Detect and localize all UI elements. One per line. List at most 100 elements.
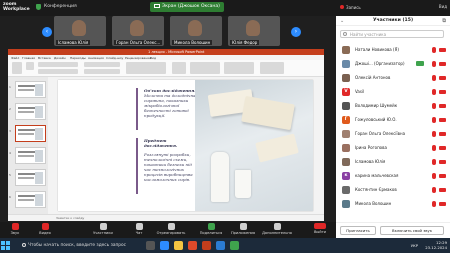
- participant-face: [246, 20, 260, 36]
- text-accent-line: [136, 138, 138, 194]
- participant-row[interactable]: Костянтин Єрмаков: [336, 184, 450, 197]
- muted-microphone-icon: [432, 75, 436, 81]
- video-off-icon: [439, 90, 446, 94]
- taskbar-search-text: Чтобы начать поиск, введите здесь запрос: [28, 243, 127, 248]
- zoom-taskbar-icon[interactable]: [160, 241, 169, 250]
- muted-microphone-icon: [432, 89, 436, 95]
- windows-start-icon[interactable]: [1, 241, 10, 250]
- record-indicator[interactable]: Запись: [340, 5, 361, 10]
- screen-icon: [154, 4, 160, 8]
- slide-thumbnail[interactable]: [15, 169, 46, 186]
- shapes-gallery[interactable]: [126, 62, 166, 74]
- apps-button[interactable]: Приложения: [228, 223, 258, 235]
- video-thumbnail[interactable]: Юлія Федор: [228, 16, 280, 46]
- shape-format-tools[interactable]: [224, 62, 254, 74]
- word-icon[interactable]: [216, 241, 225, 250]
- chat-button[interactable]: Чат: [124, 223, 154, 235]
- video-thumbnail[interactable]: Ісламова Юлія: [54, 16, 106, 46]
- slide-number: 3: [9, 129, 11, 133]
- ppt-notes-bar[interactable]: Заметки к слайду: [8, 214, 324, 221]
- windows-taskbar: Чтобы начать поиск, введите здесь запрос…: [0, 238, 450, 253]
- participant-row[interactable]: Володимир Шумейк: [336, 100, 450, 113]
- participants-button[interactable]: Участники: [88, 223, 118, 235]
- audio-button[interactable]: Звук: [0, 223, 30, 235]
- participant-row[interactable]: к карина мальчевская: [336, 170, 450, 183]
- file-explorer-icon[interactable]: [174, 241, 183, 250]
- host-badge-icon: [416, 61, 424, 66]
- muted-microphone-icon: [432, 117, 436, 123]
- cheese-piece: [255, 133, 299, 163]
- taskbar-search[interactable]: Чтобы начать поиск, введите здесь запрос: [22, 241, 140, 250]
- participant-name: Ірина Рогопова: [355, 145, 387, 150]
- muted-microphone-icon: [432, 61, 436, 67]
- chevron-down-icon[interactable]: ⌄: [340, 16, 344, 26]
- more-button[interactable]: Дополнительно: [262, 223, 292, 235]
- share-button[interactable]: Поделиться: [196, 223, 226, 235]
- video-thumbnail[interactable]: Горан Ольга Олекс...: [112, 16, 164, 46]
- participants-panel: Запись Вид ⌄ Участники (15) ⧉ Найти учас…: [336, 0, 450, 238]
- popout-icon[interactable]: ⧉: [442, 16, 446, 26]
- screen-share-badge[interactable]: Экран (Джошок Оксана): [150, 2, 224, 12]
- shield-icon[interactable]: [36, 4, 41, 10]
- slide-thumbnail[interactable]: [15, 191, 46, 208]
- participants-footer: Пригласить Включить свой звук: [336, 222, 450, 238]
- language-indicator[interactable]: УКР: [411, 243, 418, 248]
- conference-label: Конференция: [44, 4, 77, 9]
- powerpoint-icon[interactable]: [202, 241, 211, 250]
- participant-row[interactable]: Натали Новикова (Я): [336, 44, 450, 57]
- slide-thumbnail-selected[interactable]: [15, 125, 46, 142]
- zoom-control-bar: Звук Видео Участники Чат Отреагировать П…: [0, 222, 336, 238]
- slide-number: 5: [9, 173, 11, 177]
- participant-row[interactable]: Микола Волошин: [336, 198, 450, 211]
- slide-thumbnail[interactable]: [15, 103, 46, 120]
- paste-icon[interactable]: [12, 62, 22, 74]
- react-button[interactable]: Отреагировать: [156, 223, 186, 235]
- participant-row[interactable]: Олексій Антонов: [336, 72, 450, 85]
- paragraph-tools[interactable]: [84, 62, 120, 67]
- quick-styles-icon[interactable]: [190, 62, 220, 74]
- avatar: [342, 130, 350, 138]
- chrome-icon[interactable]: [188, 241, 197, 250]
- app-icon[interactable]: [230, 241, 239, 250]
- participant-row[interactable]: Джоші... (Организатор): [336, 58, 450, 71]
- panel-top-bar: Запись Вид: [336, 0, 450, 16]
- clock[interactable]: 12:29 23.12.2024: [425, 240, 447, 250]
- control-label: Видео: [39, 231, 51, 235]
- participants-icon: [99, 223, 107, 230]
- leave-button[interactable]: Выйти: [308, 223, 332, 234]
- control-label: Отреагировать: [156, 231, 186, 235]
- participant-row[interactable]: Ірина Рогопова: [336, 142, 450, 155]
- avatar: V: [342, 88, 350, 96]
- muted-microphone-icon: [432, 187, 436, 193]
- avatar: [342, 186, 350, 194]
- participant-search-input[interactable]: Найти участника: [340, 30, 444, 38]
- participant-row[interactable]: V Vasil: [336, 86, 450, 99]
- arrange-icon[interactable]: [172, 62, 186, 74]
- new-slide-icon[interactable]: [26, 62, 34, 70]
- slide-thumbnail[interactable]: [15, 147, 46, 164]
- align-tools[interactable]: [84, 69, 120, 74]
- participants-title: Участники (15): [372, 18, 414, 23]
- participant-row[interactable]: Горан Ольга Олексіївна: [336, 128, 450, 141]
- control-label: Выйти: [313, 230, 327, 234]
- task-view-icon[interactable]: [146, 241, 155, 250]
- invite-button[interactable]: Пригласить: [340, 226, 376, 235]
- video-button[interactable]: Видео: [30, 223, 60, 235]
- participant-row[interactable]: Ісламова Юлія: [336, 156, 450, 169]
- search-icon: [343, 32, 347, 36]
- control-label: Поделиться: [199, 231, 223, 235]
- muted-microphone-icon: [432, 145, 436, 151]
- unmute-self-button[interactable]: Включить свой звук: [380, 226, 444, 235]
- video-thumbnail[interactable]: Микола Волошин: [170, 16, 222, 46]
- slide-thumbnails-panel: 1 2 3 4 5 6: [8, 77, 48, 214]
- avatar: Г: [342, 116, 350, 124]
- zoom-main-area: zoom Workplace Конференция Экран (Джошок …: [0, 0, 336, 238]
- slide-thumbnail[interactable]: [15, 81, 46, 98]
- record-icon: [340, 5, 344, 9]
- participant-row[interactable]: Г Гожуловський Ю.О.: [336, 114, 450, 127]
- current-slide[interactable]: Об'єкт дослідження. Молочна та долоднічн…: [58, 80, 313, 211]
- font-format-tools[interactable]: [38, 69, 78, 74]
- font-select[interactable]: [38, 62, 78, 67]
- editing-tools[interactable]: [260, 62, 284, 74]
- view-button[interactable]: Вид: [439, 4, 447, 9]
